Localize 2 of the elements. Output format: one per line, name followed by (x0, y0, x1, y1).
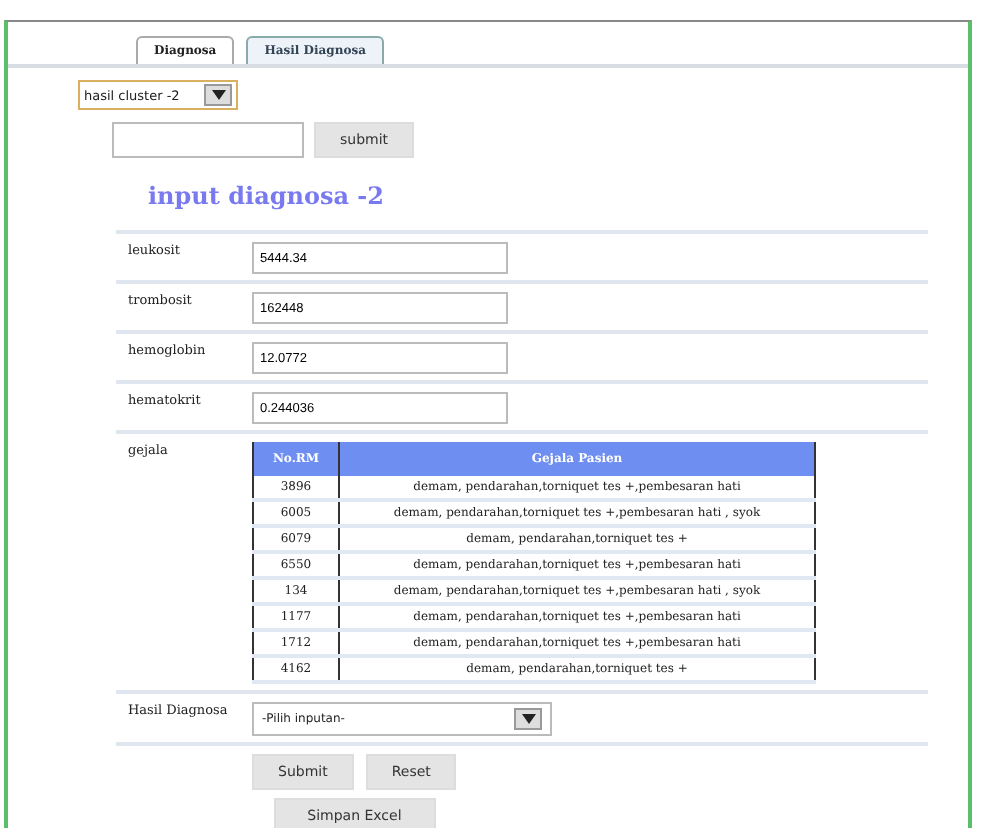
input-field[interactable] (112, 122, 304, 158)
form-heading: input diagnosa -2 (148, 182, 387, 210)
